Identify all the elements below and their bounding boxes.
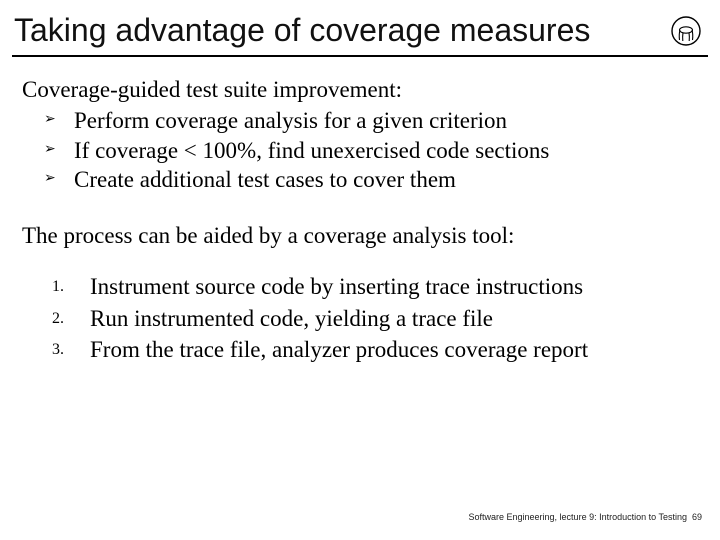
numbered-list: 1. Instrument source code by inserting tr… [22, 272, 648, 364]
list-item: ➢Perform coverage analysis for a given c… [74, 106, 698, 135]
list-item: ➢Create additional test cases to cover t… [74, 165, 698, 194]
arrow-icon: ➢ [44, 141, 56, 159]
title-row: Taking advantage of coverage measures [4, 12, 716, 55]
slide-title: Taking advantage of coverage measures [14, 12, 590, 49]
list-item: 1.Instrument source code by inserting tr… [90, 272, 648, 301]
page-number: 69 [692, 512, 702, 522]
chair-icon [670, 15, 702, 47]
arrow-icon: ➢ [44, 170, 56, 188]
list-item: ➢If coverage < 100%, find unexercised co… [74, 136, 698, 165]
lead-text-1: Coverage-guided test suite improvement: [22, 75, 698, 104]
step-number: 2. [52, 309, 64, 329]
bullet-text: If coverage < 100%, find unexercised cod… [74, 138, 549, 163]
step-text: Instrument source code by inserting trac… [90, 274, 583, 299]
bullet-text: Create additional test cases to cover th… [74, 167, 456, 192]
list-item: 3.From the trace file, analyzer produces… [90, 335, 648, 364]
content: Coverage-guided test suite improvement: … [4, 75, 716, 365]
step-text: Run instrumented code, yielding a trace … [90, 306, 493, 331]
lead-text-2: The process can be aided by a coverage a… [22, 221, 698, 250]
bullet-list: ➢ Perform coverage analysis for a given c… [22, 106, 698, 194]
list-item: 2.Run instrumented code, yielding a trac… [90, 304, 648, 333]
arrow-icon: ➢ [44, 111, 56, 129]
step-text: From the trace file, analyzer produces c… [90, 337, 588, 362]
step-number: 3. [52, 340, 64, 360]
footer: Software Engineering, lecture 9: Introdu… [469, 512, 703, 522]
slide: Taking advantage of coverage measures Co… [0, 0, 720, 540]
bullet-text: Perform coverage analysis for a given cr… [74, 108, 507, 133]
step-number: 1. [52, 277, 64, 297]
title-underline [12, 55, 708, 57]
footer-text: Software Engineering, lecture 9: Introdu… [469, 512, 687, 522]
